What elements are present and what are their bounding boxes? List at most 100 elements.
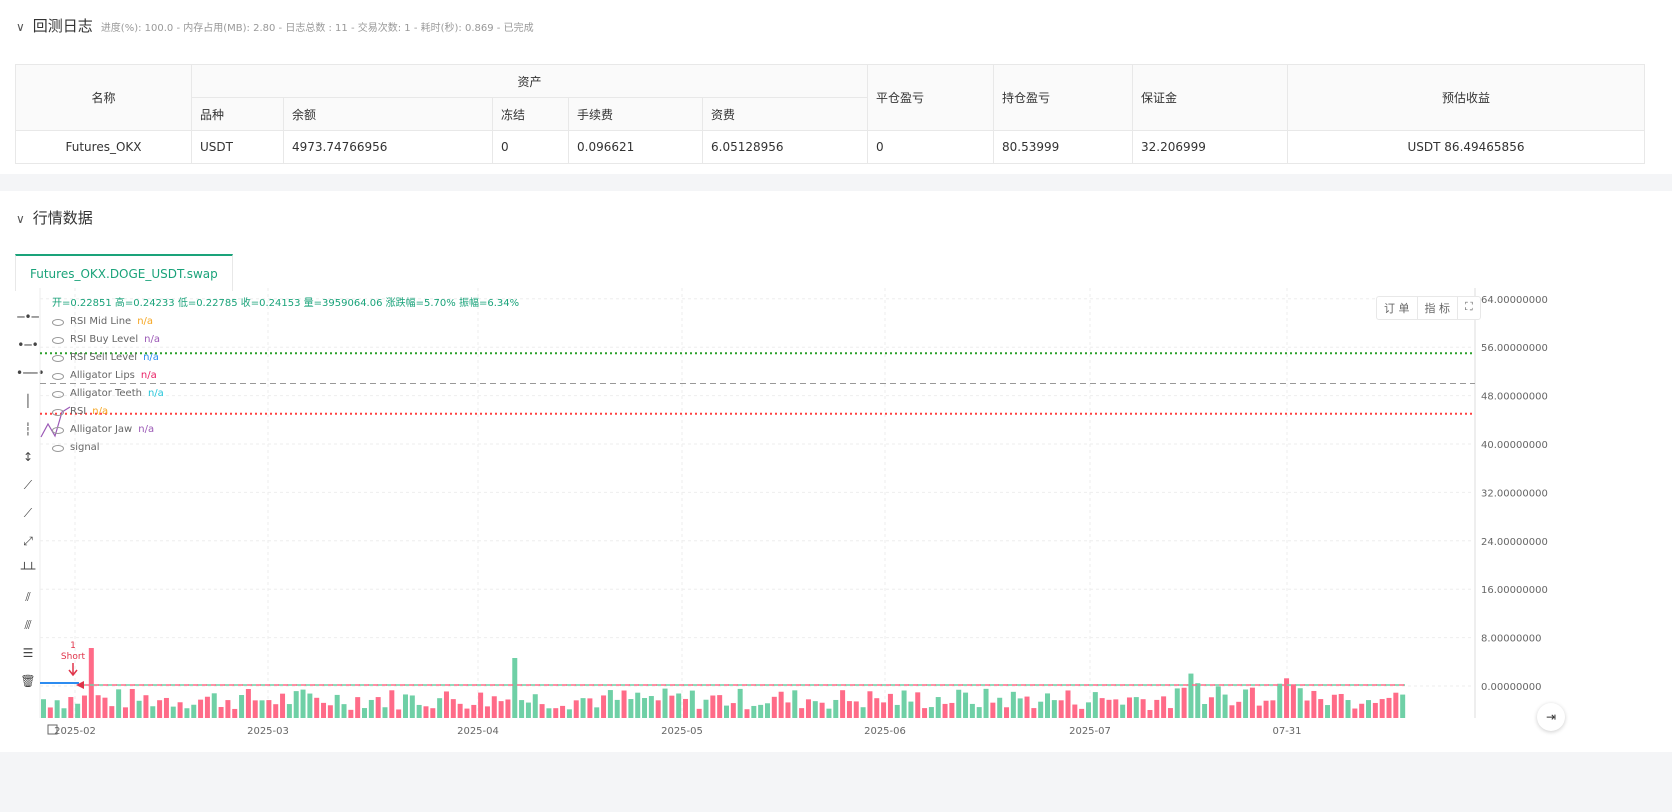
volume-bar (969, 703, 975, 718)
volume-bar (1167, 708, 1173, 718)
volume-bar (177, 702, 183, 718)
volume-bar (1010, 691, 1016, 718)
volume-bar (915, 692, 921, 718)
volume-bar (532, 694, 538, 718)
volume-bar (1024, 696, 1030, 718)
volume-bar (1338, 693, 1344, 718)
volume-bar (471, 704, 477, 718)
volume-bar (1297, 688, 1303, 718)
legend-item[interactable]: RSI Buy Level n/a (52, 331, 519, 349)
volume-bar (102, 697, 108, 718)
y-tick-label: 40.00000000 (1481, 440, 1548, 451)
volume-bar (1366, 700, 1372, 718)
legend-item[interactable]: Alligator Jaw n/a (52, 421, 519, 439)
volume-bar (478, 692, 484, 718)
chart-buttons: 订 单 指 标 ⛶ (1376, 296, 1481, 320)
eye-icon[interactable] (52, 390, 64, 398)
legend-value: n/a (140, 370, 157, 381)
volume-bar (1236, 701, 1242, 718)
volume-bar (1017, 698, 1023, 718)
volume-bar (1331, 694, 1337, 718)
volume-bar (771, 696, 777, 718)
volume-bar (1359, 703, 1365, 718)
eye-icon[interactable] (52, 336, 64, 344)
volume-bar (41, 699, 46, 718)
legend-item[interactable]: Alligator Lips n/a (52, 367, 519, 385)
eye-icon[interactable] (52, 372, 64, 380)
volume-bar (1085, 702, 1091, 718)
x-tick-label: 2025-05 (661, 726, 703, 737)
volume-bar (737, 688, 743, 718)
eye-icon[interactable] (52, 354, 64, 362)
volume-bar (61, 708, 67, 718)
volume-bar (833, 699, 839, 718)
volume-bar (109, 706, 115, 718)
eye-icon[interactable] (52, 408, 64, 416)
volume-bar (1058, 700, 1064, 718)
legend-name: Alligator Lips (70, 370, 135, 381)
volume-bar (764, 703, 770, 718)
orders-button[interactable]: 订 单 (1377, 297, 1418, 319)
volume-bar (184, 708, 190, 718)
volume-bar (744, 709, 750, 718)
volume-bar (1120, 704, 1126, 718)
legend-item[interactable]: Alligator Teeth n/a (52, 385, 519, 403)
volume-bar (457, 703, 463, 718)
volume-bar (976, 707, 982, 718)
volume-bar (566, 709, 572, 718)
volume-bar (573, 700, 579, 718)
volume-bar (778, 691, 784, 718)
volume-bar (792, 690, 798, 718)
indicators-button[interactable]: 指 标 (1418, 297, 1458, 319)
volume-bar (1325, 705, 1331, 718)
volume-bar (252, 700, 258, 718)
volume-bar (669, 695, 675, 718)
eye-icon[interactable] (52, 318, 64, 326)
legend-name: RSI Buy Level (70, 334, 139, 345)
volume-bar (1379, 699, 1385, 718)
volume-bar (539, 704, 545, 718)
volume-bar (655, 700, 661, 718)
legend-item[interactable]: RSI n/a (52, 403, 519, 421)
volume-bar (1400, 694, 1406, 718)
volume-bar (1243, 689, 1249, 718)
volume-bar (95, 695, 101, 718)
volume-bar (703, 699, 709, 718)
eye-icon[interactable] (52, 426, 64, 434)
volume-bar (491, 696, 497, 718)
volume-bar (75, 703, 81, 718)
fullscreen-icon[interactable]: ⛶ (1458, 297, 1480, 319)
volume-bar (990, 702, 996, 718)
volume-bar (1188, 673, 1194, 718)
scroll-to-latest-button[interactable]: ⇥ (1537, 703, 1565, 731)
volume-bar (635, 692, 641, 718)
volume-bar (607, 690, 613, 718)
volume-bar (307, 693, 313, 718)
volume-bar (286, 704, 292, 718)
volume-bar (423, 706, 429, 718)
legend-item[interactable]: RSI Sell Level n/a (52, 349, 519, 367)
legend-item[interactable]: RSI Mid Line n/a (52, 313, 519, 331)
volume-bar (1386, 697, 1392, 718)
eye-icon[interactable] (52, 444, 64, 452)
volume-bar (935, 697, 941, 718)
volume-bar (1113, 699, 1119, 718)
volume-bar (382, 707, 388, 718)
volume-bar (1318, 699, 1324, 718)
legend-item[interactable]: signal (52, 439, 519, 457)
volume-bar (785, 702, 791, 718)
volume-bar (922, 708, 928, 718)
volume-bar (348, 709, 354, 718)
volume-bar (683, 698, 689, 718)
volume-bar (321, 702, 327, 718)
volume-bar (1195, 683, 1201, 718)
legend-value: n/a (92, 406, 109, 417)
volume-bar (587, 698, 593, 718)
y-tick-label: 24.00000000 (1481, 537, 1548, 548)
volume-bar (642, 698, 648, 718)
volume-bar (1222, 694, 1228, 718)
volume-bar (1249, 687, 1255, 718)
legend-value: n/a (143, 352, 159, 363)
volume-bar (758, 704, 764, 718)
volume-bar (881, 702, 887, 718)
